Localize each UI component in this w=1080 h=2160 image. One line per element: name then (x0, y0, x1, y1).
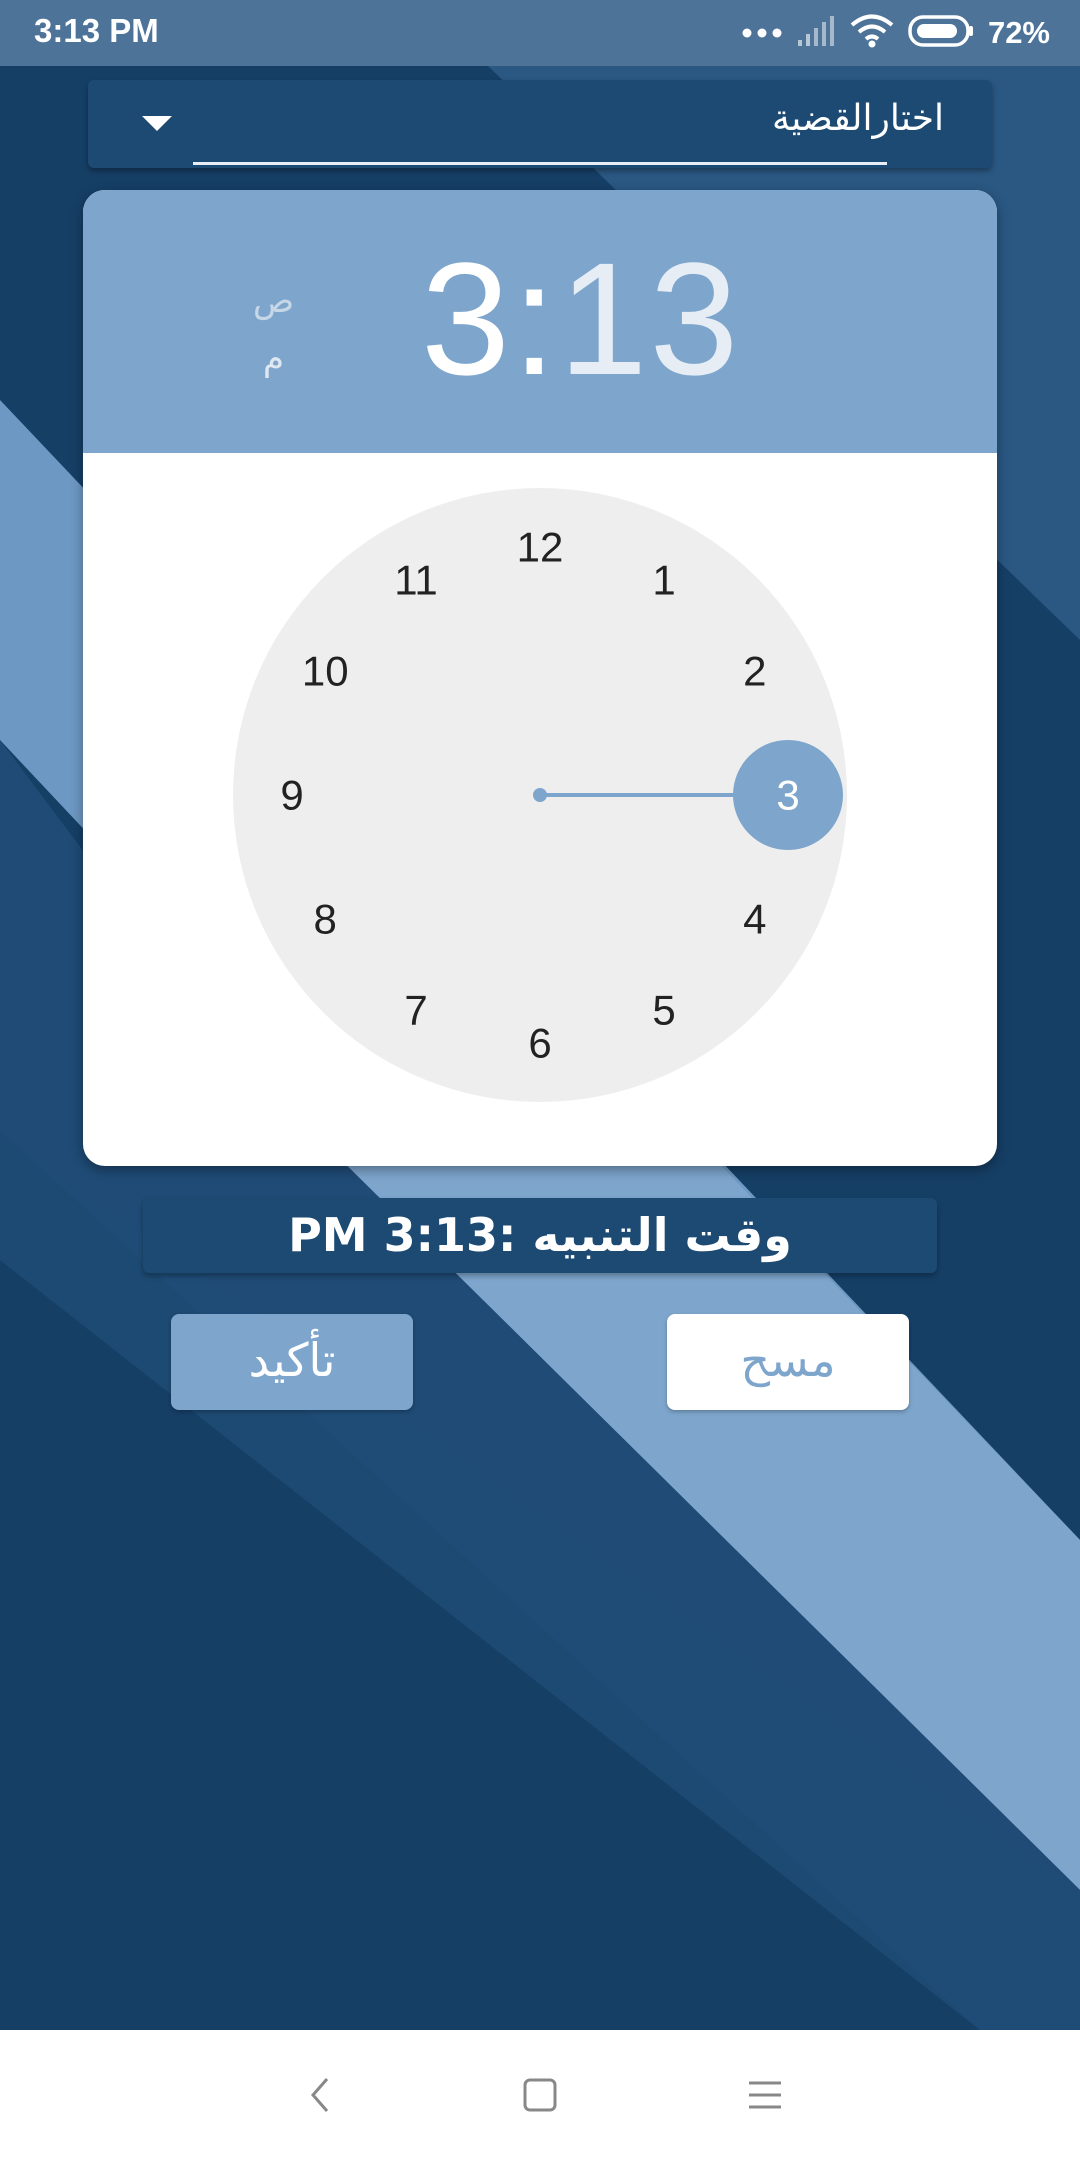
am-pm-selector: ص م (253, 272, 294, 388)
clock-number-9[interactable]: 9 (280, 772, 303, 819)
dropdown-underline (193, 162, 887, 165)
battery-icon (908, 15, 974, 51)
am-option[interactable]: ص (253, 272, 294, 330)
dropdown-arrow-icon (142, 116, 172, 131)
clock-number-10[interactable]: 10 (302, 648, 349, 695)
clock-center-dot (533, 788, 547, 802)
header-separator: : (511, 229, 559, 408)
header-hour[interactable]: 3 (421, 229, 512, 408)
header-time: 3:13 (421, 224, 740, 414)
confirm-button[interactable]: تأكيد (171, 1314, 413, 1410)
alarm-time-label: وقت التنبيه :3:13 PM (143, 1198, 937, 1273)
time-picker-header: ص م 3:13 (83, 190, 997, 453)
clock-number-7[interactable]: 7 (404, 986, 427, 1033)
clock-number-6[interactable]: 6 (528, 1020, 551, 1067)
clock-number-2[interactable]: 2 (743, 648, 766, 695)
signal-icon (796, 16, 836, 50)
clock-number-8[interactable]: 8 (314, 896, 337, 943)
clock-number-1[interactable]: 1 (652, 557, 675, 604)
clock-area: 12 1 2 3 4 5 6 7 8 9 10 11 (83, 453, 997, 1166)
header-minute[interactable]: 13 (558, 229, 740, 408)
home-icon[interactable] (490, 2030, 590, 2160)
menu-icon[interactable] (715, 2030, 815, 2160)
clock-number-4[interactable]: 4 (743, 896, 766, 943)
case-select-dropdown[interactable]: اختارالقضية (88, 80, 992, 168)
status-time: 3:13 PM (34, 12, 159, 49)
status-bar: 3:13 PM 72% (0, 0, 1080, 66)
clock-number-3[interactable]: 3 (776, 772, 799, 819)
more-dots-icon (742, 24, 782, 43)
wifi-icon (850, 14, 894, 52)
clear-button[interactable]: مسح (667, 1314, 909, 1410)
clock-number-5[interactable]: 5 (652, 986, 675, 1033)
clock-dial[interactable]: 121234567891011 (83, 453, 997, 1166)
pm-option[interactable]: م (253, 330, 294, 388)
clock-number-11[interactable]: 11 (394, 557, 438, 604)
navigation-bar (0, 2030, 1080, 2160)
time-picker-dialog: ص م 3:13 12 1 2 3 4 5 6 7 8 9 10 11 (83, 190, 997, 1166)
dropdown-label: اختارالقضية (771, 98, 944, 139)
clock-number-12[interactable]: 12 (517, 524, 564, 571)
battery-percent: 72% (987, 15, 1050, 50)
back-icon[interactable] (270, 2030, 370, 2160)
